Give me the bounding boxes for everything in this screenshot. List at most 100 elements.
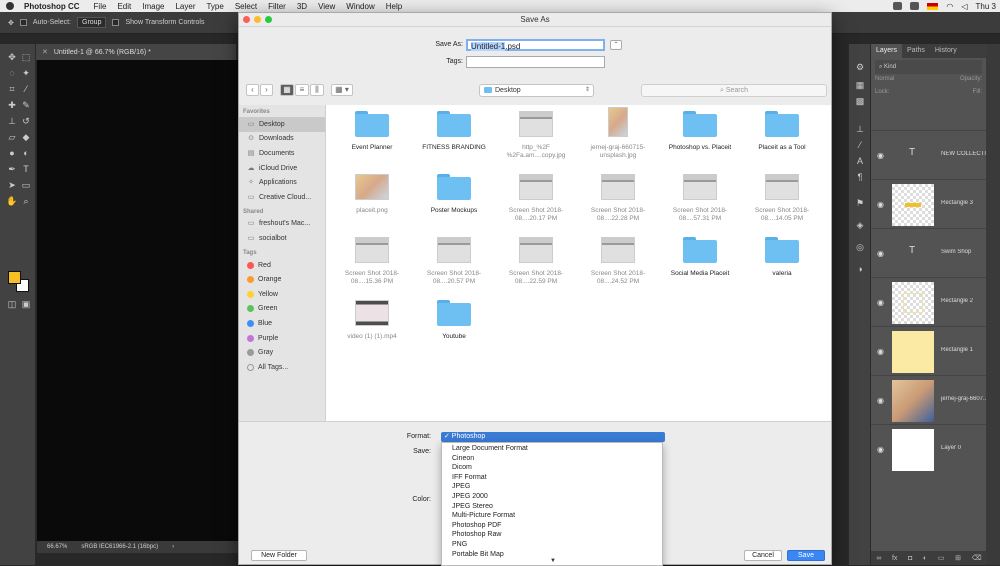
panel-icon[interactable]: ⁄ bbox=[854, 140, 866, 150]
format-option[interactable]: JPEG bbox=[442, 482, 662, 492]
trash-icon[interactable]: ⌫ bbox=[972, 554, 982, 562]
file-item[interactable]: Screen Shot 2018-08....20.17 PM bbox=[495, 174, 577, 223]
menu-edit[interactable]: Edit bbox=[117, 2, 131, 11]
folder-item[interactable]: Social Media Placeit bbox=[659, 237, 741, 278]
status-icon[interactable] bbox=[893, 2, 903, 10]
menu-view[interactable]: View bbox=[318, 2, 335, 11]
menu-app-name[interactable]: Photoshop CC bbox=[24, 2, 80, 11]
foreground-color-swatch[interactable] bbox=[8, 271, 21, 284]
auto-select-dropdown[interactable]: Group bbox=[77, 17, 107, 28]
panel-icon[interactable]: ¶ bbox=[854, 172, 866, 182]
shape-tool-icon[interactable]: ▭ bbox=[20, 180, 32, 190]
link-layers-icon[interactable]: ∞ bbox=[876, 555, 881, 562]
sidebar-item-documents[interactable]: ▤ Documents bbox=[239, 146, 325, 161]
layer-row[interactable]: ◉ T Swim Shop bbox=[871, 228, 987, 277]
zoom-window-icon[interactable] bbox=[265, 16, 272, 23]
layer-row[interactable]: ◉ Layer 0 bbox=[871, 424, 987, 473]
back-button[interactable]: ‹ bbox=[246, 84, 259, 96]
marquee-tool-icon[interactable]: ⬚ bbox=[20, 52, 32, 62]
document-canvas[interactable] bbox=[37, 60, 238, 541]
panel-icon[interactable]: ◈ bbox=[854, 220, 866, 230]
menu-select[interactable]: Select bbox=[235, 2, 257, 11]
layer-filter[interactable]: ⌕ Kind bbox=[875, 60, 982, 74]
sidebar-item-icloud[interactable]: ☁ iCloud Drive bbox=[239, 161, 325, 176]
status-icon[interactable] bbox=[910, 2, 920, 10]
list-view-button[interactable]: ≡ bbox=[295, 84, 309, 96]
panel-icon[interactable]: ⊥ bbox=[854, 124, 866, 134]
new-folder-button[interactable]: New Folder bbox=[251, 550, 307, 561]
icon-view-button[interactable]: ▦ bbox=[280, 84, 294, 96]
layer-row[interactable]: ◉ T NEW COLLECTI... bbox=[871, 130, 987, 179]
file-item[interactable]: Screen Shot 2018-08....24.52 PM bbox=[577, 237, 659, 286]
eyedropper-icon[interactable]: ⁄ bbox=[20, 84, 32, 94]
file-item[interactable]: Screen Shot 2018-08....20.57 PM bbox=[413, 237, 495, 286]
group-icon[interactable]: ▭ bbox=[938, 554, 945, 562]
folder-item[interactable]: Photoshop vs. Placeit bbox=[659, 111, 741, 152]
magic-wand-icon[interactable]: ✦ bbox=[20, 68, 32, 78]
menu-window[interactable]: Window bbox=[346, 2, 374, 11]
format-option[interactable]: Photoshop PDF bbox=[442, 521, 662, 531]
visibility-eye-icon[interactable]: ◉ bbox=[877, 200, 884, 209]
zoom-level[interactable]: 66.67% bbox=[47, 544, 67, 550]
menu-help[interactable]: Help bbox=[386, 2, 402, 11]
document-tab[interactable]: ✕ Untitled-1 @ 66.7% (RGB/16) * bbox=[36, 44, 236, 60]
save-as-field[interactable]: Untitled-1.psd bbox=[466, 39, 605, 51]
sidebar-item-socialbot[interactable]: ▭ socialbot bbox=[239, 231, 325, 246]
layer-row[interactable]: ◉ Rectangle 3 bbox=[871, 179, 987, 228]
tab-layers[interactable]: Layers bbox=[871, 44, 903, 58]
format-option[interactable]: JPEG Stereo bbox=[442, 502, 662, 512]
visibility-eye-icon[interactable]: ◉ bbox=[877, 396, 884, 405]
forward-button[interactable]: › bbox=[260, 84, 273, 96]
zoom-tool-icon[interactable]: ⌕ bbox=[20, 196, 32, 206]
file-item[interactable]: Screen Shot 2018-08....57.31 PM bbox=[659, 174, 741, 223]
format-option[interactable]: Large Document Format bbox=[442, 444, 662, 454]
tab-history[interactable]: History bbox=[930, 44, 962, 58]
sidebar-item-applications[interactable]: ✧ Applications bbox=[239, 175, 325, 190]
menu-layer[interactable]: Layer bbox=[175, 2, 195, 11]
file-item[interactable]: jernej-graj-660715- unsplash.jpg bbox=[577, 107, 659, 160]
menu-filter[interactable]: Filter bbox=[268, 2, 286, 11]
panel-icon[interactable]: ⚑ bbox=[854, 198, 866, 208]
dodge-tool-icon[interactable]: ◐ bbox=[20, 148, 32, 158]
auto-select-checkbox[interactable] bbox=[19, 19, 27, 26]
file-item[interactable]: video (1) (1).mp4 bbox=[331, 300, 413, 341]
sidebar-tag-yellow[interactable]: Yellow bbox=[239, 287, 325, 302]
paint-bucket-icon[interactable]: ◆ bbox=[20, 132, 32, 142]
visibility-eye-icon[interactable]: ◉ bbox=[877, 445, 884, 454]
eraser-tool-icon[interactable]: ▱ bbox=[6, 132, 18, 142]
tags-field[interactable] bbox=[466, 56, 605, 68]
menu-image[interactable]: Image bbox=[142, 2, 164, 11]
folder-item[interactable]: Placeit as a Tool bbox=[741, 111, 823, 152]
lasso-tool-icon[interactable]: ◌ bbox=[6, 68, 18, 78]
mask-icon[interactable]: ◘ bbox=[908, 555, 912, 562]
scroll-down-arrow-icon[interactable]: ▼ bbox=[550, 558, 556, 564]
sidebar-all-tags[interactable]: All Tags... bbox=[239, 360, 325, 375]
panel-icon[interactable]: ⚙ bbox=[854, 62, 866, 72]
menu-file[interactable]: File bbox=[94, 2, 107, 11]
format-option[interactable]: Dicom bbox=[442, 463, 662, 473]
group-by-button[interactable]: ▦ ▾ bbox=[331, 84, 353, 96]
format-option[interactable]: Multi-Picture Format bbox=[442, 511, 662, 521]
crop-tool-icon[interactable]: ⌗ bbox=[6, 84, 18, 94]
sidebar-item-creative-cloud[interactable]: ▭ Creative Cloud... bbox=[239, 190, 325, 205]
blend-mode-dropdown[interactable]: Normal bbox=[875, 76, 894, 88]
panel-icon[interactable]: A bbox=[854, 156, 866, 166]
sidebar-item-desktop[interactable]: ▭ Desktop bbox=[239, 117, 325, 132]
file-item[interactable]: http_%2F %2Fa.am....copy.jpg bbox=[495, 111, 577, 160]
location-dropdown[interactable]: Desktop ⇕ bbox=[479, 84, 594, 97]
minimize-window-icon[interactable] bbox=[254, 16, 261, 23]
visibility-eye-icon[interactable]: ◉ bbox=[877, 347, 884, 356]
layer-row[interactable]: ◉ Rectangle 1 bbox=[871, 326, 987, 375]
pen-tool-icon[interactable]: ✒ bbox=[6, 164, 18, 174]
quick-mask-icon[interactable]: ◫ bbox=[6, 299, 18, 309]
folder-item[interactable]: Poster Mockups bbox=[413, 174, 495, 215]
sidebar-tag-red[interactable]: Red bbox=[239, 258, 325, 273]
folder-item[interactable]: valeria bbox=[741, 237, 823, 278]
format-option[interactable]: Cineon bbox=[442, 454, 662, 464]
sidebar-tag-orange[interactable]: Orange bbox=[239, 272, 325, 287]
visibility-eye-icon[interactable]: ◉ bbox=[877, 151, 884, 160]
layer-row[interactable]: ◉ Rectangle 2 bbox=[871, 277, 987, 326]
hand-tool-icon[interactable]: ✋ bbox=[6, 196, 18, 206]
search-field[interactable]: ⌕ Search bbox=[641, 84, 827, 97]
file-item[interactable]: Screen Shot 2018-08....14.05 PM bbox=[741, 174, 823, 223]
